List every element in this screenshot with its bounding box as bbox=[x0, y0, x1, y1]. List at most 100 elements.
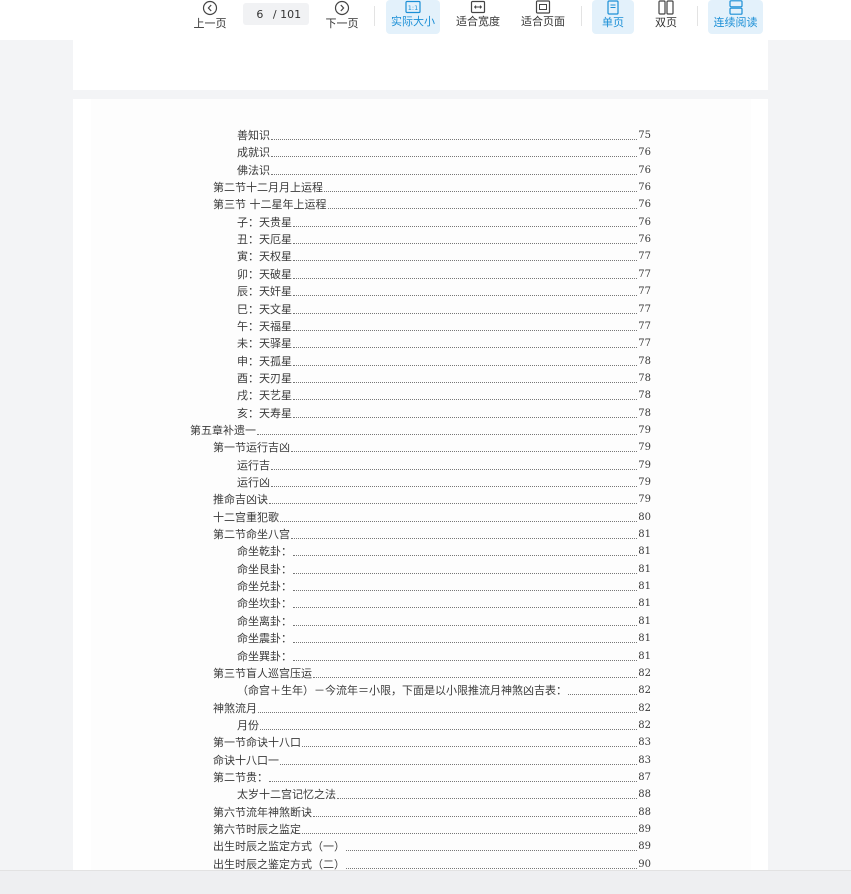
toc-entry-title: 第三节 十二星年上运程 bbox=[213, 198, 327, 212]
actual-size-button[interactable]: 1:1 实际大小 bbox=[386, 0, 440, 34]
toc-dot-leader bbox=[302, 746, 638, 748]
toc-dot-leader bbox=[293, 607, 638, 609]
single-page-icon bbox=[607, 0, 619, 15]
toc-entry[interactable]: 成就识 76 bbox=[237, 143, 651, 160]
toc-entry[interactable]: 出生时辰之监定方式（一） 89 bbox=[213, 837, 651, 854]
fit-width-icon bbox=[470, 0, 486, 14]
toc-dot-leader bbox=[293, 416, 638, 418]
toc-entry[interactable]: 第六节时辰之监定 89 bbox=[213, 820, 651, 837]
toc-entry[interactable]: 十二宫重犯歌 80 bbox=[213, 508, 651, 525]
toc-entry-title: 运行凶 bbox=[237, 476, 270, 489]
toc-entry[interactable]: 月份 82 bbox=[237, 716, 651, 733]
toolbar-divider bbox=[697, 6, 698, 26]
continuous-reading-icon bbox=[728, 0, 743, 15]
toc-entry[interactable]: 第一节命诀十八口 83 bbox=[213, 733, 651, 750]
toc-entry-page: 89 bbox=[638, 841, 651, 853]
bottom-status-bar bbox=[0, 870, 851, 894]
fit-width-label: 适合宽度 bbox=[456, 15, 500, 28]
toc-dot-leader bbox=[293, 295, 638, 297]
toc-entry[interactable]: 运行吉 79 bbox=[237, 456, 651, 473]
toc-dot-leader bbox=[293, 590, 638, 592]
toc-entry[interactable]: 子：天贵星 76 bbox=[237, 213, 651, 230]
toc-entry[interactable]: 命坐离卦： 81 bbox=[237, 612, 651, 629]
prev-page-button[interactable]: 上一页 bbox=[190, 0, 230, 34]
toc-dot-leader bbox=[291, 451, 638, 453]
single-page-button[interactable]: 单页 bbox=[592, 0, 634, 34]
toc-entry-page: 78 bbox=[638, 372, 651, 384]
toc-entry-page: 83 bbox=[638, 754, 651, 766]
toc-entry[interactable]: 命坐震卦： 81 bbox=[237, 629, 651, 646]
toc-entry-page: 78 bbox=[638, 355, 651, 367]
next-page-label: 下一页 bbox=[325, 17, 359, 30]
toc-entry[interactable]: 佛法识 76 bbox=[237, 161, 651, 178]
toc-entry[interactable]: 戌：天艺星 78 bbox=[237, 386, 651, 403]
toc-entry-title: 命坐乾卦： bbox=[237, 545, 292, 559]
toc-dot-leader bbox=[324, 191, 638, 193]
toc-entry-page: 76 bbox=[638, 199, 651, 211]
toc-entry[interactable]: 第五章补遗一 79 bbox=[190, 421, 651, 438]
toc-entry[interactable]: 运行凶 79 bbox=[237, 473, 651, 490]
toc-entry[interactable]: 第二节贵： 87 bbox=[213, 768, 651, 785]
toc-entry-page: 81 bbox=[638, 633, 651, 645]
toc-entry[interactable]: 第一节运行吉凶 79 bbox=[213, 438, 651, 455]
document-page: 善知识 75 成就识 76 佛法识 76 第二节十二月月上运程 76 第三节 十二星年上运程 76… bbox=[73, 99, 768, 879]
toc-entry[interactable]: 酉：天刃星 78 bbox=[237, 369, 651, 386]
toc-entry-title: 神煞流月 bbox=[213, 701, 257, 715]
toc-dot-leader bbox=[346, 867, 638, 869]
toc-entry[interactable]: 第六节流年神煞断诀 88 bbox=[213, 803, 651, 820]
toc-entry[interactable]: 第三节 十二星年上运程 76 bbox=[213, 195, 651, 212]
single-page-label: 单页 bbox=[602, 16, 624, 29]
toc-entry-page: 77 bbox=[638, 286, 651, 298]
next-page-button[interactable]: 下一页 bbox=[322, 0, 362, 34]
toc-entry[interactable]: 命坐乾卦： 81 bbox=[237, 542, 651, 559]
current-page-input[interactable]: 6 bbox=[251, 8, 269, 21]
toc-dot-leader bbox=[293, 260, 638, 262]
toc-dot-leader bbox=[327, 208, 638, 210]
toc-entry[interactable]: 第二节十二月月上运程 76 bbox=[213, 178, 651, 195]
toc-entry[interactable]: 寅：天权星 77 bbox=[237, 247, 651, 264]
toc-entry[interactable]: 丑：天厄星 76 bbox=[237, 230, 651, 247]
toc-entry[interactable]: 午：天福星 77 bbox=[237, 317, 651, 334]
previous-page-bottom bbox=[73, 40, 768, 90]
actual-size-label: 实际大小 bbox=[391, 15, 435, 28]
toc-dot-leader bbox=[293, 364, 638, 366]
toc-dot-leader bbox=[280, 520, 638, 522]
toc-entry[interactable]: 卯：天破星 77 bbox=[237, 265, 651, 282]
chevron-left-circle-icon bbox=[202, 0, 218, 16]
toc-entry-page: 76 bbox=[638, 216, 651, 228]
fit-page-button[interactable]: 适合页面 bbox=[516, 0, 570, 34]
toc-entry-title: （命宫＋生年）－今流年＝小限，下面是以小限推流月神煞凶吉表： bbox=[237, 684, 567, 698]
fit-width-button[interactable]: 适合宽度 bbox=[452, 0, 504, 34]
toc-entry[interactable]: 巳：天文星 77 bbox=[237, 300, 651, 317]
continuous-reading-button[interactable]: 连续阅读 bbox=[708, 0, 763, 34]
toc-entry[interactable]: 善知识 75 bbox=[237, 126, 651, 143]
toc-entry-title: 第一节运行吉凶 bbox=[213, 441, 290, 455]
toc-entry-title: 第二节命坐八宫 bbox=[213, 528, 290, 542]
toc-entry[interactable]: 申：天孤星 78 bbox=[237, 352, 651, 369]
toc-entry-page: 77 bbox=[638, 251, 651, 263]
toc-entry[interactable]: 第三节盲人巡宫压运 82 bbox=[213, 664, 651, 681]
toc-entry-title: 第二节十二月月上运程 bbox=[213, 181, 323, 195]
toolbar-divider bbox=[374, 6, 375, 26]
toc-entry[interactable]: 神煞流月 82 bbox=[213, 699, 651, 716]
toc-entry-page: 79 bbox=[638, 424, 651, 436]
toc-entry[interactable]: 命坐巽卦： 81 bbox=[237, 647, 651, 664]
toc-entry[interactable]: 命坐兑卦： 81 bbox=[237, 577, 651, 594]
double-page-label: 双页 bbox=[655, 16, 677, 29]
toc-entry[interactable]: （命宫＋生年）－今流年＝小限，下面是以小限推流月神煞凶吉表： 82 bbox=[237, 681, 651, 698]
toc-entry-page: 82 bbox=[638, 685, 651, 697]
toc-entry[interactable]: 未：天驿星 77 bbox=[237, 334, 651, 351]
toc-dot-leader bbox=[269, 503, 638, 505]
toc-entry[interactable]: 命坐坎卦： 81 bbox=[237, 594, 651, 611]
toc-entry[interactable]: 推命吉凶诀 79 bbox=[213, 490, 651, 507]
double-page-button[interactable]: 双页 bbox=[646, 0, 686, 34]
toc-entry[interactable]: 太岁十二宫记忆之法 88 bbox=[237, 785, 651, 802]
toc-entry-page: 76 bbox=[638, 234, 651, 246]
toc-entry[interactable]: 亥：天寿星 78 bbox=[237, 404, 651, 421]
toc-entry-page: 77 bbox=[638, 303, 651, 315]
toc-entry[interactable]: 命诀十八口一 83 bbox=[213, 751, 651, 768]
toc-entry[interactable]: 第二节命坐八宫 81 bbox=[213, 525, 651, 542]
toc-entry[interactable]: 辰：天奸星 77 bbox=[237, 282, 651, 299]
toc-dot-leader bbox=[260, 728, 638, 730]
toc-entry[interactable]: 命坐艮卦： 81 bbox=[237, 560, 651, 577]
